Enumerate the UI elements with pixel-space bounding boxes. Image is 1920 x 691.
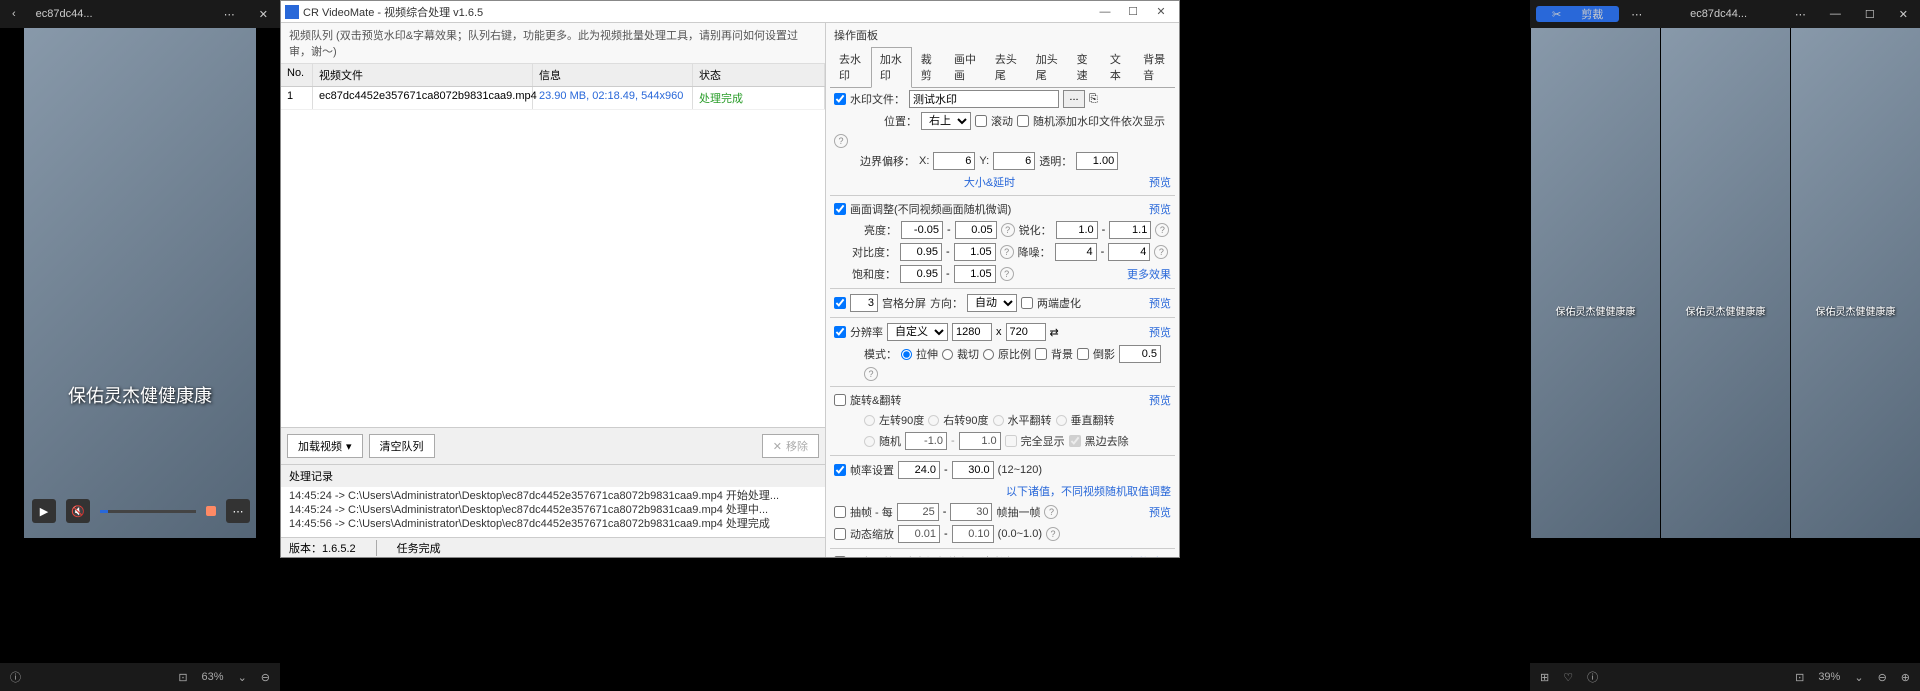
load-video-button[interactable]: 加载视频▾ bbox=[287, 434, 363, 458]
res-check[interactable] bbox=[834, 326, 846, 338]
play-button[interactable]: ▶ bbox=[32, 499, 56, 523]
progress-slider[interactable] bbox=[100, 510, 196, 513]
maximize-button[interactable]: ☐ bbox=[1119, 5, 1147, 18]
grid-icon[interactable]: ⊞ bbox=[1540, 671, 1549, 684]
window-title: CR VideoMate - 视频综合处理 v1.6.5 bbox=[303, 4, 1091, 20]
size-link[interactable]: 大小&延时 bbox=[964, 174, 1015, 190]
info-icon[interactable]: ⓘ bbox=[1587, 669, 1598, 685]
focus-icon[interactable]: ⊡ bbox=[178, 671, 187, 684]
video-caption: 保佑灵杰健健康康 bbox=[68, 382, 212, 408]
more-button[interactable]: ⋯ bbox=[226, 499, 250, 523]
log-title: 处理记录 bbox=[281, 464, 825, 487]
tab-add-wm[interactable]: 加水印 bbox=[871, 47, 912, 88]
tab-remove-wm[interactable]: 去水印 bbox=[830, 47, 871, 87]
tab-add-head[interactable]: 加头尾 bbox=[1027, 47, 1068, 87]
right-file-name: ec87dc44... bbox=[1682, 8, 1755, 20]
mute-button[interactable]: 🔇 bbox=[66, 499, 90, 523]
log-body[interactable]: 14:45:24 -> C:\Users\Administrator\Deskt… bbox=[281, 487, 825, 537]
adj-check[interactable] bbox=[834, 203, 846, 215]
maximize-icon[interactable]: ☐ bbox=[1857, 8, 1883, 21]
x-input[interactable] bbox=[933, 152, 975, 170]
right-video-preview[interactable]: 保佑灵杰健健康康 保佑灵杰健健康康 保佑灵杰健健康康 bbox=[1530, 28, 1920, 538]
table-row[interactable]: 1 ec87dc4452e357671ca8072b9831caa9.mp4 2… bbox=[281, 87, 825, 110]
wm-pos-select[interactable]: 右上 bbox=[921, 112, 971, 130]
left-video-preview[interactable]: 保佑灵杰健健康康 bbox=[24, 28, 256, 538]
preview-link[interactable]: 预览 bbox=[1149, 201, 1171, 217]
more-icon[interactable]: ⋯ bbox=[1787, 8, 1814, 21]
queue-hint: 视频队列 (双击预览水印&字幕效果；队列右键，功能更多。此为视频批量处理工具，请… bbox=[281, 23, 825, 64]
grid-check[interactable] bbox=[834, 297, 846, 309]
y-input[interactable] bbox=[993, 152, 1035, 170]
tab-bar: 去水印 加水印 裁剪 画中画 去头尾 加头尾 变速 文本 背景音 bbox=[830, 47, 1175, 88]
preview-link[interactable]: 预览 bbox=[1149, 174, 1171, 190]
more-icon[interactable]: ⋯ bbox=[1623, 8, 1650, 21]
copy-icon[interactable]: ⎘ bbox=[1089, 93, 1098, 106]
chevron-down-icon[interactable]: ⌄ bbox=[238, 671, 247, 684]
zoom-value: 39% bbox=[1818, 671, 1840, 683]
back-icon[interactable]: ‹ bbox=[4, 8, 24, 20]
close-icon[interactable]: ✕ bbox=[1891, 8, 1916, 21]
color-thumb bbox=[206, 506, 216, 516]
minimize-icon[interactable]: — bbox=[1822, 8, 1849, 20]
reset-link[interactable]: 参数重置 bbox=[1127, 554, 1171, 557]
help-icon[interactable]: ? bbox=[834, 134, 848, 148]
focus-icon[interactable]: ⊡ bbox=[1795, 671, 1804, 684]
zoom-out-icon[interactable]: ⊖ bbox=[261, 671, 270, 684]
remove-button: ✕ 移除 bbox=[762, 434, 819, 458]
minimize-button[interactable]: — bbox=[1091, 6, 1119, 18]
close-button[interactable]: ✕ bbox=[1147, 5, 1175, 18]
wm-file-check[interactable] bbox=[834, 93, 846, 105]
chevron-down-icon: ▾ bbox=[346, 440, 352, 453]
app-window: CR VideoMate - 视频综合处理 v1.6.5 — ☐ ✕ 视频队列 … bbox=[280, 0, 1180, 558]
cut-button[interactable]: ✂剪裁 bbox=[1536, 6, 1619, 22]
left-file-name: ec87dc44... bbox=[28, 8, 101, 20]
table-body[interactable]: 1 ec87dc4452e357671ca8072b9831caa9.mp4 2… bbox=[281, 87, 825, 427]
fps-check[interactable] bbox=[834, 464, 846, 476]
info-icon[interactable]: ⓘ bbox=[10, 669, 21, 685]
zoom-out-icon[interactable]: ⊖ bbox=[1878, 671, 1887, 684]
more-fx-link[interactable]: 更多效果 bbox=[1127, 266, 1171, 282]
heart-icon[interactable]: ♡ bbox=[1563, 671, 1573, 684]
app-icon bbox=[285, 5, 299, 19]
rotate-check[interactable] bbox=[834, 394, 846, 406]
scroll-check[interactable] bbox=[975, 115, 987, 127]
rand-check[interactable] bbox=[1017, 115, 1029, 127]
alpha-input[interactable] bbox=[1076, 152, 1118, 170]
browse-button[interactable]: ... bbox=[1063, 90, 1085, 108]
zoom-value: 63% bbox=[202, 671, 224, 683]
clear-queue-button[interactable]: 清空队列 bbox=[369, 434, 435, 458]
tab-pip[interactable]: 画中画 bbox=[945, 47, 986, 87]
table-header: No. 视频文件 信息 状态 bbox=[281, 64, 825, 87]
version-label: 版本：1.6.5.2 bbox=[289, 540, 356, 556]
tab-bgm[interactable]: 背景音 bbox=[1134, 47, 1175, 87]
chevron-down-icon[interactable]: ⌄ bbox=[1854, 671, 1863, 684]
tab-text[interactable]: 文本 bbox=[1101, 47, 1134, 87]
tab-speed[interactable]: 变速 bbox=[1068, 47, 1101, 87]
zoom-in-icon[interactable]: ⊕ bbox=[1901, 671, 1910, 684]
task-status: 任务完成 bbox=[376, 540, 441, 556]
panel-title: 操作面板 bbox=[830, 25, 1175, 45]
wm-file-input[interactable] bbox=[909, 90, 1059, 108]
swap-icon[interactable]: ⇄ bbox=[1050, 326, 1059, 339]
more-icon[interactable]: ⋯ bbox=[216, 8, 243, 21]
tab-crop[interactable]: 裁剪 bbox=[912, 47, 945, 87]
scissors-icon: ✂ bbox=[1544, 8, 1569, 21]
tab-trim-head[interactable]: 去头尾 bbox=[986, 47, 1027, 87]
close-icon[interactable]: ✕ bbox=[251, 8, 276, 21]
